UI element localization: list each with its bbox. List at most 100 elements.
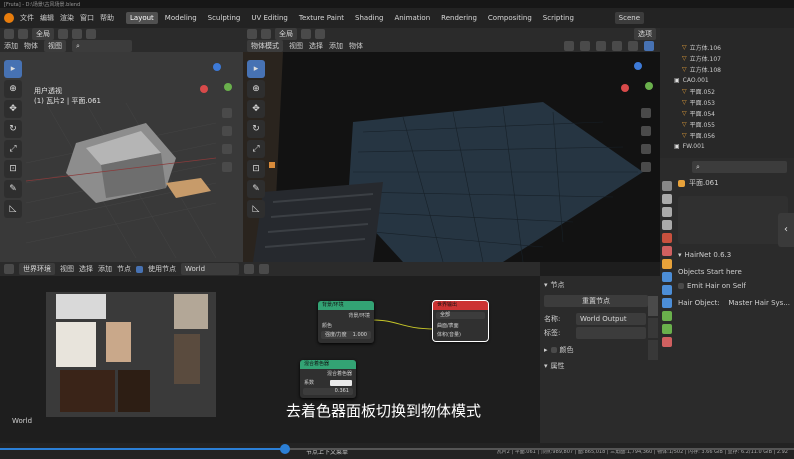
menu-add-2[interactable]: 添加: [329, 41, 343, 51]
shading-solid-icon[interactable]: [612, 41, 622, 51]
menu-window[interactable]: 窗口: [80, 13, 94, 23]
background-strength-field[interactable]: 强度/力度 1.000: [321, 331, 371, 339]
right-viewport[interactable]: 全局 选项 物体模式 视图 选择 添加 物体 ▸ ⊕ ✥ ↻ ⤢ ⊡ ✎ ◺: [243, 28, 660, 262]
grid-icon-2[interactable]: [641, 162, 651, 172]
cursor-tool-2[interactable]: ⊕: [247, 80, 265, 98]
data-tab-icon[interactable]: [662, 324, 672, 334]
tool-tab-icon[interactable]: [662, 181, 672, 191]
props-section-header[interactable]: ▾ 属性: [544, 360, 656, 372]
outliner-row[interactable]: ▽ 平面.056: [682, 130, 794, 141]
mix-color-swatch[interactable]: [330, 379, 352, 386]
properties-search[interactable]: ⌕: [692, 161, 787, 173]
menu-view[interactable]: 视图: [289, 41, 303, 51]
scale-tool[interactable]: ⤢: [4, 140, 22, 158]
select-tool-icon-2[interactable]: [261, 29, 271, 39]
world-tab-icon[interactable]: [662, 246, 672, 256]
pivot-icon-2[interactable]: [301, 29, 311, 39]
tab-scripting[interactable]: Scripting: [539, 12, 578, 24]
measure-tool-2[interactable]: ◺: [247, 200, 265, 218]
material-tab-icon[interactable]: [662, 337, 672, 347]
menu-object-2[interactable]: 物体: [349, 41, 363, 51]
annotate-tool[interactable]: ✎: [4, 180, 22, 198]
snap-icon-2[interactable]: [315, 29, 325, 39]
tab-sculpting[interactable]: Sculpting: [204, 12, 245, 24]
pivot-icon[interactable]: [58, 29, 68, 39]
gizmo-z-icon-2[interactable]: [634, 62, 642, 70]
overlay-icon[interactable]: [580, 41, 590, 51]
node-editor[interactable]: 世界环境 视图 选择 添加 节点 使用节点 World World 背景/环境 …: [0, 262, 540, 443]
addon-header[interactable]: ▾ HairNet 0.6.3: [678, 250, 790, 260]
gizmo-y-icon[interactable]: [224, 83, 232, 91]
node-panel-header[interactable]: ▾ 节点: [544, 280, 656, 290]
constraints-tab-icon[interactable]: [662, 311, 672, 321]
outliner-row[interactable]: ▽ 平面.053: [682, 97, 794, 108]
left-search[interactable]: ⌕: [72, 40, 132, 52]
camera-icon-2[interactable]: [641, 144, 651, 154]
camera-icon[interactable]: [222, 144, 232, 154]
options-dropdown[interactable]: 选项: [634, 28, 656, 40]
transform-tool[interactable]: ⊡: [4, 160, 22, 178]
tab-shading[interactable]: Shading: [351, 12, 387, 24]
modifier-tab-icon[interactable]: [662, 272, 672, 282]
proportional-icon[interactable]: [86, 29, 96, 39]
left-gizmo[interactable]: [200, 63, 234, 97]
collapse-arrow-button[interactable]: ‹: [778, 213, 794, 247]
scale-tool-2[interactable]: ⤢: [247, 140, 265, 158]
object-tab-icon[interactable]: [662, 259, 672, 269]
shading-material-icon[interactable]: [628, 41, 638, 51]
right-gizmo[interactable]: [621, 62, 655, 96]
emit-hair-row[interactable]: Emit Hair on Self: [678, 280, 790, 292]
select-box-tool[interactable]: ▸: [4, 60, 22, 78]
render-tab-icon[interactable]: [662, 194, 672, 204]
move-tool-2[interactable]: ✥: [247, 100, 265, 118]
menu-edit[interactable]: 编辑: [40, 13, 54, 23]
pan-hand-icon[interactable]: [222, 126, 232, 136]
background-node[interactable]: 背景/环境 背景/环境 颜色 强度/力度 1.000: [318, 301, 374, 343]
mix-shader-node[interactable]: 混合着色器 混合着色器 系数 0.361: [300, 360, 356, 398]
outliner-row[interactable]: ▽ 平面.054: [682, 108, 794, 119]
view-layer-tab-icon[interactable]: [662, 220, 672, 230]
tab-tool[interactable]: [648, 318, 658, 338]
zoom-icon-2[interactable]: [641, 108, 651, 118]
scene-tab-icon[interactable]: [662, 233, 672, 243]
transform-tool-2[interactable]: ⊡: [247, 160, 265, 178]
select-tool-icon[interactable]: [18, 29, 28, 39]
mix-value-field[interactable]: 0.361: [303, 388, 353, 395]
tab-animation[interactable]: Animation: [390, 12, 434, 24]
node-label-field[interactable]: [576, 327, 646, 339]
xray-icon[interactable]: [596, 41, 606, 51]
blender-logo-icon[interactable]: [4, 13, 14, 23]
menu-help[interactable]: 帮助: [100, 13, 114, 23]
left-global-dropdown[interactable]: 全局: [32, 28, 54, 40]
snap-icon[interactable]: [72, 29, 82, 39]
menu-file[interactable]: 文件: [20, 13, 34, 23]
outliner-row[interactable]: ▣ CAO.001: [674, 75, 794, 86]
reset-node-button[interactable]: 重置节点: [544, 295, 648, 307]
left-viewport[interactable]: 全局 添加 物体 视图 ⌕ ▸ ⊕ ✥ ↻ ⤢ ⊡ ✎ ◺ 用户透视 (1) 瓦…: [0, 28, 243, 262]
gizmo-x-icon-2[interactable]: [621, 84, 629, 92]
scene-selector[interactable]: Scene: [614, 12, 644, 24]
outliner-row[interactable]: ▽ 立方体.107: [682, 53, 794, 64]
rotate-tool-2[interactable]: ↻: [247, 120, 265, 138]
gizmo-x-icon[interactable]: [200, 85, 208, 93]
menu-select[interactable]: 选择: [309, 41, 323, 51]
menu-add[interactable]: 添加: [4, 41, 18, 51]
hair-object-value[interactable]: Master Hair Sys...: [728, 299, 790, 307]
menu-render[interactable]: 渲染: [60, 13, 74, 23]
outliner-row[interactable]: ▽ 立方体.108: [682, 64, 794, 75]
color-section-header[interactable]: ▸ 颜色: [544, 344, 656, 356]
outliner-row[interactable]: ▽ 立方体.106: [682, 42, 794, 53]
global-dropdown[interactable]: 全局: [275, 28, 297, 40]
tab-view[interactable]: [648, 340, 658, 360]
color-checkbox[interactable]: [550, 347, 557, 353]
measure-tool[interactable]: ◺: [4, 200, 22, 218]
outliner-row[interactable]: ▽ 平面.055: [682, 119, 794, 130]
particles-tab-icon[interactable]: [662, 285, 672, 295]
gizmo-y-icon-2[interactable]: [645, 82, 653, 90]
outliner-row[interactable]: ▣ FW.001: [674, 141, 794, 152]
annotate-tool-2[interactable]: ✎: [247, 180, 265, 198]
video-progress-track[interactable]: [0, 448, 794, 450]
select-box-tool-2[interactable]: ▸: [247, 60, 265, 78]
node-name-field[interactable]: World Output: [576, 313, 646, 325]
video-progress-handle[interactable]: [280, 444, 290, 454]
